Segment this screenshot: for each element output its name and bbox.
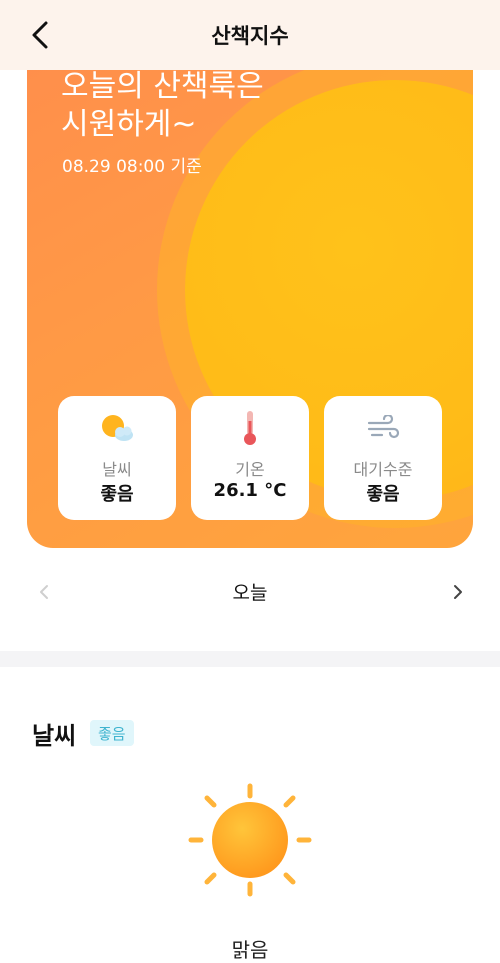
page-title: 산책지수 [211, 24, 289, 48]
air-quality-stat-value: 좋음 [366, 484, 400, 505]
day-navigator: 오늘 [0, 570, 500, 614]
temperature-stat-value: 26.1 °C [213, 480, 287, 501]
hero-timestamp: 08.29 08:00 기준 [62, 157, 202, 177]
walk-index-hero-card: 오늘의 산책룩은 시원하게~ 08.29 08:00 기준 날씨 좋음 기온 2… [27, 40, 473, 548]
chevron-right-icon[interactable] [450, 580, 466, 604]
top-app-bar: 산책지수 [0, 0, 500, 70]
temperature-stat-card: 기온 26.1 °C [191, 396, 309, 520]
weather-description: 맑음 [231, 938, 269, 962]
temperature-stat-label: 기온 [235, 460, 265, 479]
current-day-label: 오늘 [232, 582, 268, 604]
air-quality-stat-label: 대기수준 [353, 460, 413, 479]
weather-stat-value: 좋음 [100, 484, 134, 505]
section-divider [0, 651, 500, 667]
weather-section-title: 날씨 [32, 722, 77, 750]
hero-headline: 오늘의 산책룩은 시원하게~ [61, 69, 264, 142]
wind-icon [367, 415, 400, 439]
weather-stat-label: 날씨 [102, 460, 132, 479]
status-badge: 좋음 [90, 720, 134, 746]
weather-stat-card: 날씨 좋음 [58, 396, 176, 520]
air-quality-stat-card: 대기수준 좋음 [324, 396, 442, 520]
thermometer-icon [244, 411, 256, 445]
sun-icon [188, 783, 312, 897]
partly-cloudy-icon [102, 415, 133, 441]
